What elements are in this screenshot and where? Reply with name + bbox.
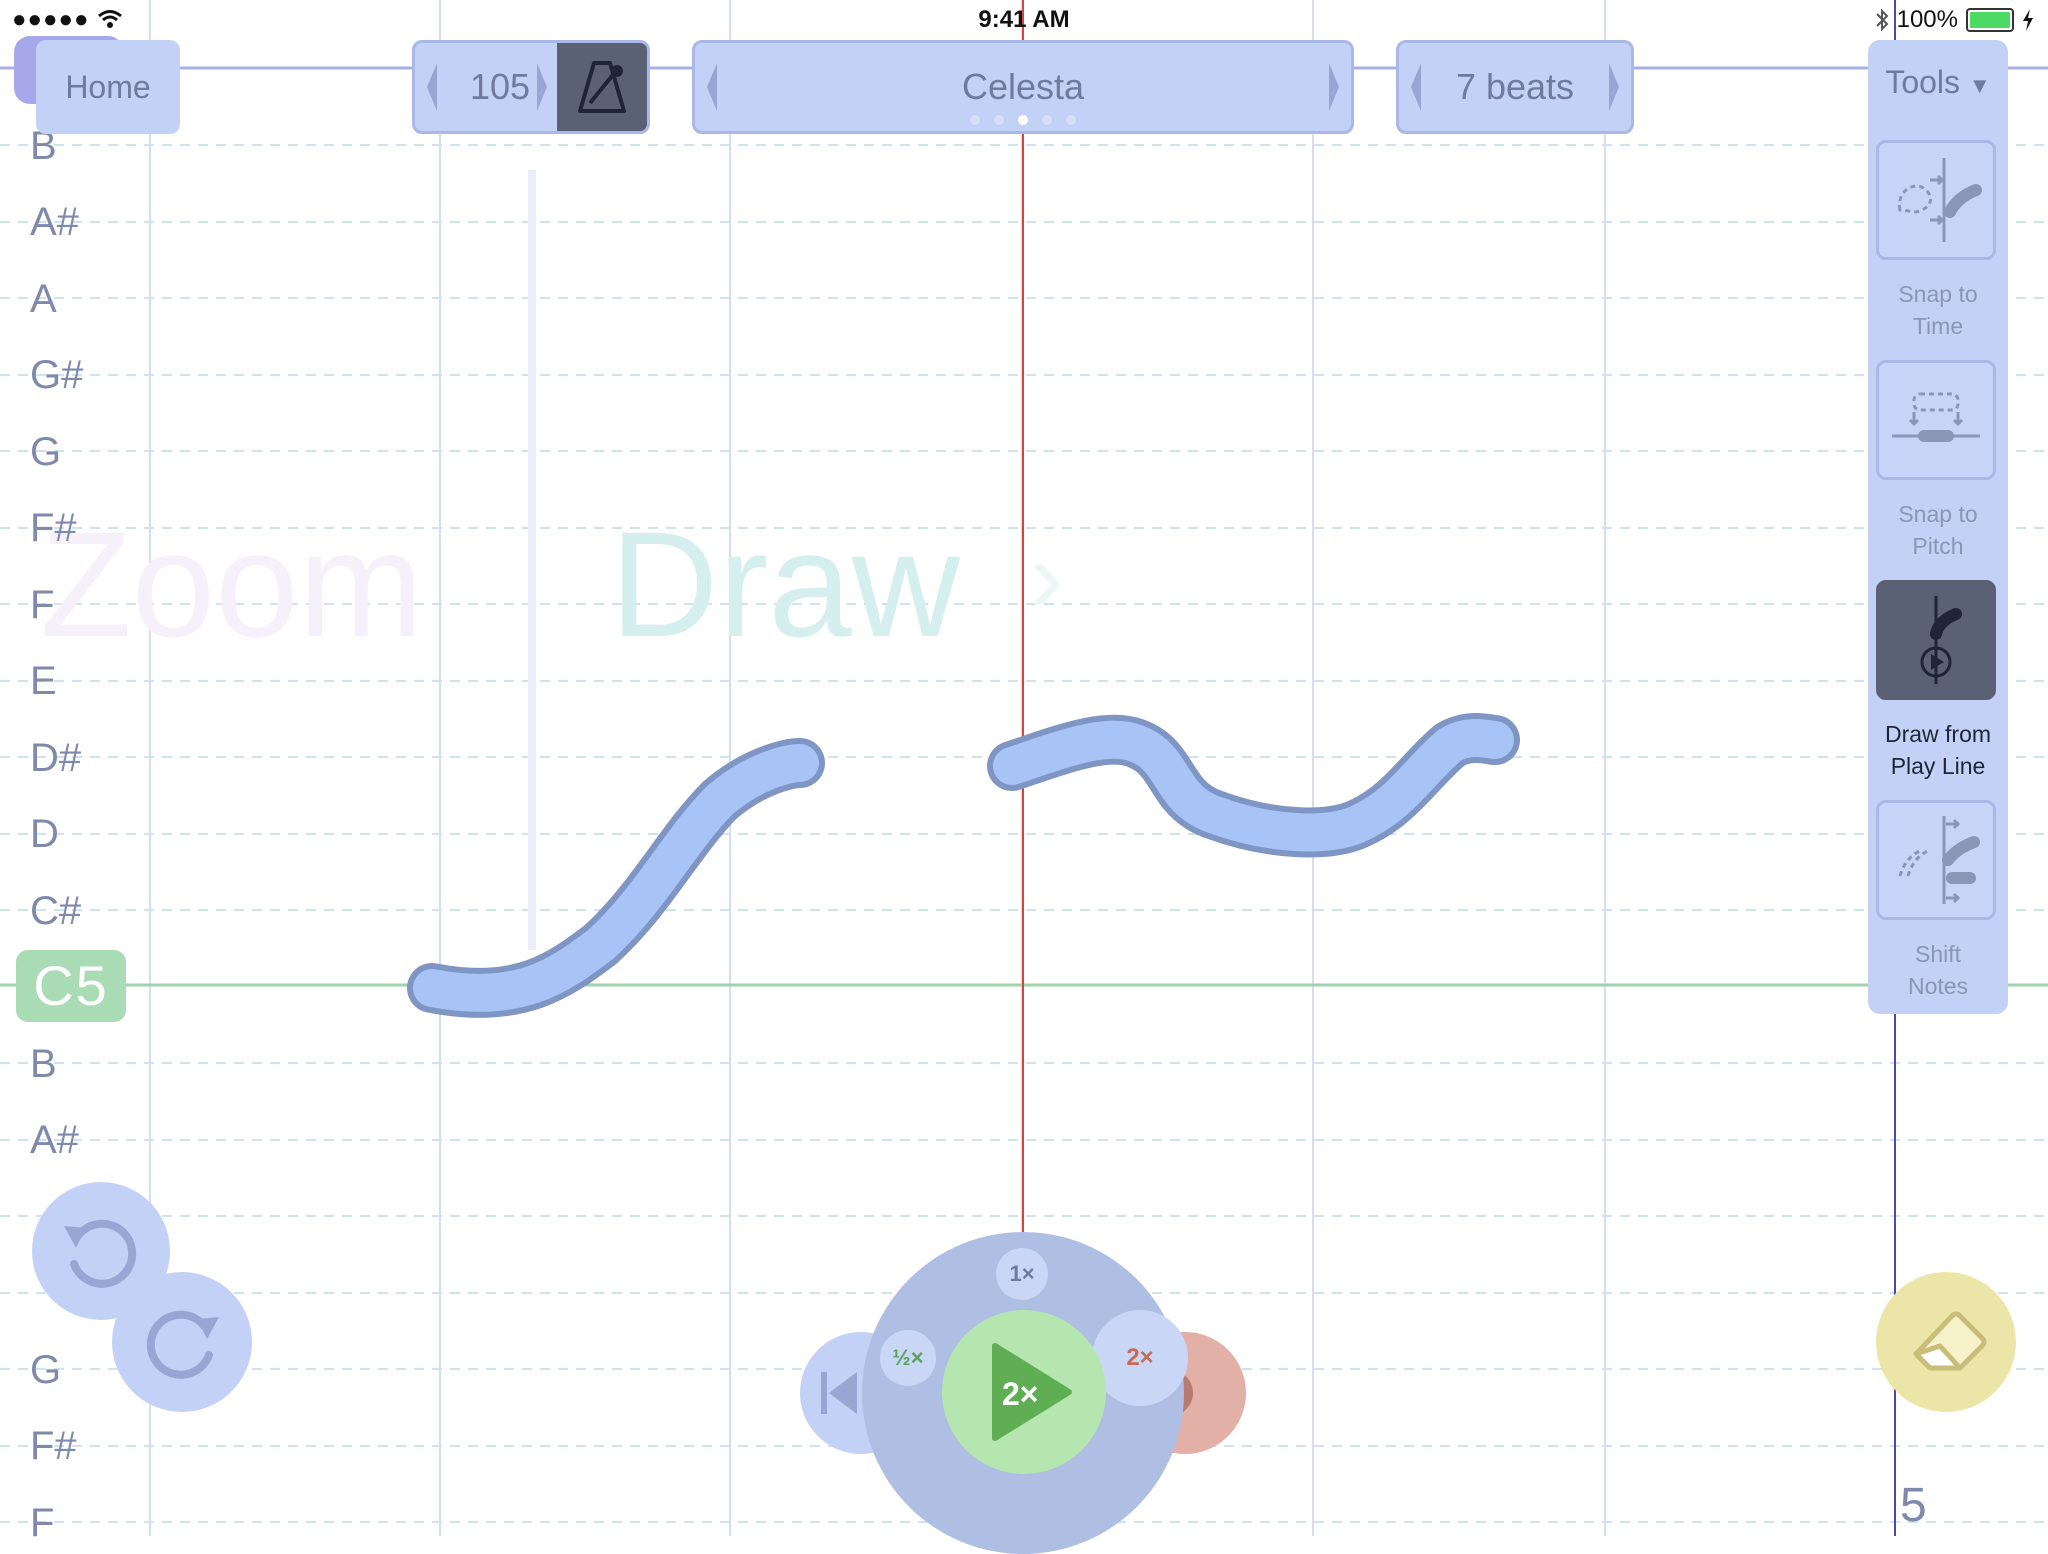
draw-playline-button[interactable] (1876, 580, 1996, 700)
tools-panel: Tools ▼ Snap to Time Snap to Pitch Draw … (1868, 40, 2008, 1014)
battery-percent: 100% (1896, 6, 1958, 33)
page-dot (970, 115, 980, 125)
tool-label: Shift Notes (1876, 938, 2000, 1002)
tempo-increase-icon[interactable] (535, 61, 549, 113)
page-dot-active (1018, 115, 1028, 125)
shift-notes-button[interactable] (1876, 800, 1996, 920)
draw-playline-icon (1920, 596, 1962, 684)
tool-snap-to-pitch[interactable]: Snap to Pitch (1876, 360, 2000, 562)
shift-notes-icon (1898, 816, 1980, 904)
instrument-next-icon[interactable] (1327, 61, 1341, 113)
piano-roll-canvas[interactable]: Zoom Draw › B A# A G# G F# F E D# D C# C… (0, 0, 2048, 1554)
tempo-control[interactable]: 105 (412, 40, 650, 134)
page-number: 5 (1900, 1479, 1927, 1532)
battery-icon (1966, 8, 2014, 32)
redo-icon (146, 1310, 219, 1379)
current-octave-badge: C5 (16, 950, 126, 1022)
tool-label-line2: Pitch (1912, 533, 1964, 559)
metronome-icon (578, 61, 626, 113)
pitch-label: F (30, 1501, 55, 1545)
snap-time-button[interactable] (1876, 140, 1996, 260)
undo-icon (64, 1219, 137, 1288)
beats-increase-icon[interactable] (1607, 61, 1621, 113)
pitch-label: D (30, 812, 59, 856)
pitch-label: E (30, 659, 57, 703)
pitch-label: G (30, 430, 62, 474)
metronome-button[interactable] (557, 43, 647, 131)
rewind-icon (821, 1372, 857, 1414)
tool-label-line2: Play Line (1890, 753, 1986, 779)
tool-snap-to-time[interactable]: Snap to Time (1876, 140, 2000, 342)
pitch-label: F# (30, 506, 77, 550)
tool-label: Draw from Play Line (1876, 718, 2000, 782)
tool-label-line1: Snap to (1898, 501, 1978, 527)
home-button[interactable]: Home (36, 40, 180, 134)
tool-label: Snap to Pitch (1876, 498, 2000, 562)
status-right: 100% (1875, 0, 2034, 40)
speed-1x-button[interactable]: 1× (996, 1248, 1048, 1300)
tools-menu-button[interactable]: Tools ▼ (1868, 64, 2008, 101)
pitch-label: A (30, 277, 57, 321)
instrument-selector[interactable]: Celesta (692, 40, 1354, 134)
tool-draw-from-play-line[interactable]: Draw from Play Line (1876, 580, 2000, 782)
eraser-icon (1913, 1311, 1987, 1371)
tool-shift-notes[interactable]: Shift Notes (1876, 800, 2000, 1002)
page-dot (1042, 115, 1052, 125)
page-indicator (695, 115, 1351, 125)
pitch-label: D# (30, 736, 82, 780)
snap-pitch-icon (1892, 392, 1980, 442)
tool-label-line1: Snap to (1898, 281, 1978, 307)
tools-title: Tools (1885, 64, 1961, 100)
draw-mode-label[interactable]: Draw (610, 498, 960, 671)
snap-pitch-button[interactable] (1876, 360, 1996, 480)
pitch-label: F (30, 583, 55, 627)
bluetooth-icon (1875, 8, 1889, 32)
status-time: 9:41 AM (978, 6, 1070, 33)
pitch-label: F# (30, 1424, 77, 1468)
speed-half-button[interactable]: ½× (880, 1330, 936, 1386)
speed-2x-button[interactable]: 2× (1092, 1310, 1188, 1406)
tool-label-line2: Time (1912, 313, 1964, 339)
chevron-right-icon: › (1030, 521, 1064, 633)
tool-label-line2: Notes (1907, 973, 1969, 999)
pitch-label: C# (30, 889, 82, 933)
page-dot (994, 115, 1004, 125)
pitch-label: B (30, 1042, 57, 1086)
page-dot (1066, 115, 1076, 125)
tool-label-line1: Shift (1914, 941, 1962, 967)
pitch-label: A# (30, 1118, 79, 1162)
beats-value: 7 beats (1455, 66, 1575, 107)
redo-button[interactable] (112, 1272, 252, 1412)
pitch-label: A# (30, 200, 79, 244)
tool-label: Snap to Time (1876, 278, 2000, 342)
pitch-label: G# (30, 353, 84, 397)
chevron-down-icon: ▼ (1968, 73, 1991, 98)
play-speed-label: 2× (1002, 1376, 1039, 1412)
tool-label-line1: Draw from (1884, 721, 1992, 747)
pitch-label: G (30, 1348, 62, 1392)
drawn-note-strokes[interactable] (407, 713, 1520, 1018)
eraser-button[interactable] (1876, 1272, 2016, 1412)
zoom-mode-label[interactable]: Zoom (40, 498, 423, 671)
charging-bolt-icon (2023, 9, 2033, 31)
tempo-decrease-icon[interactable] (425, 61, 439, 113)
snap-time-icon (1898, 158, 1982, 242)
beats-control[interactable]: 7 beats (1396, 40, 1634, 134)
